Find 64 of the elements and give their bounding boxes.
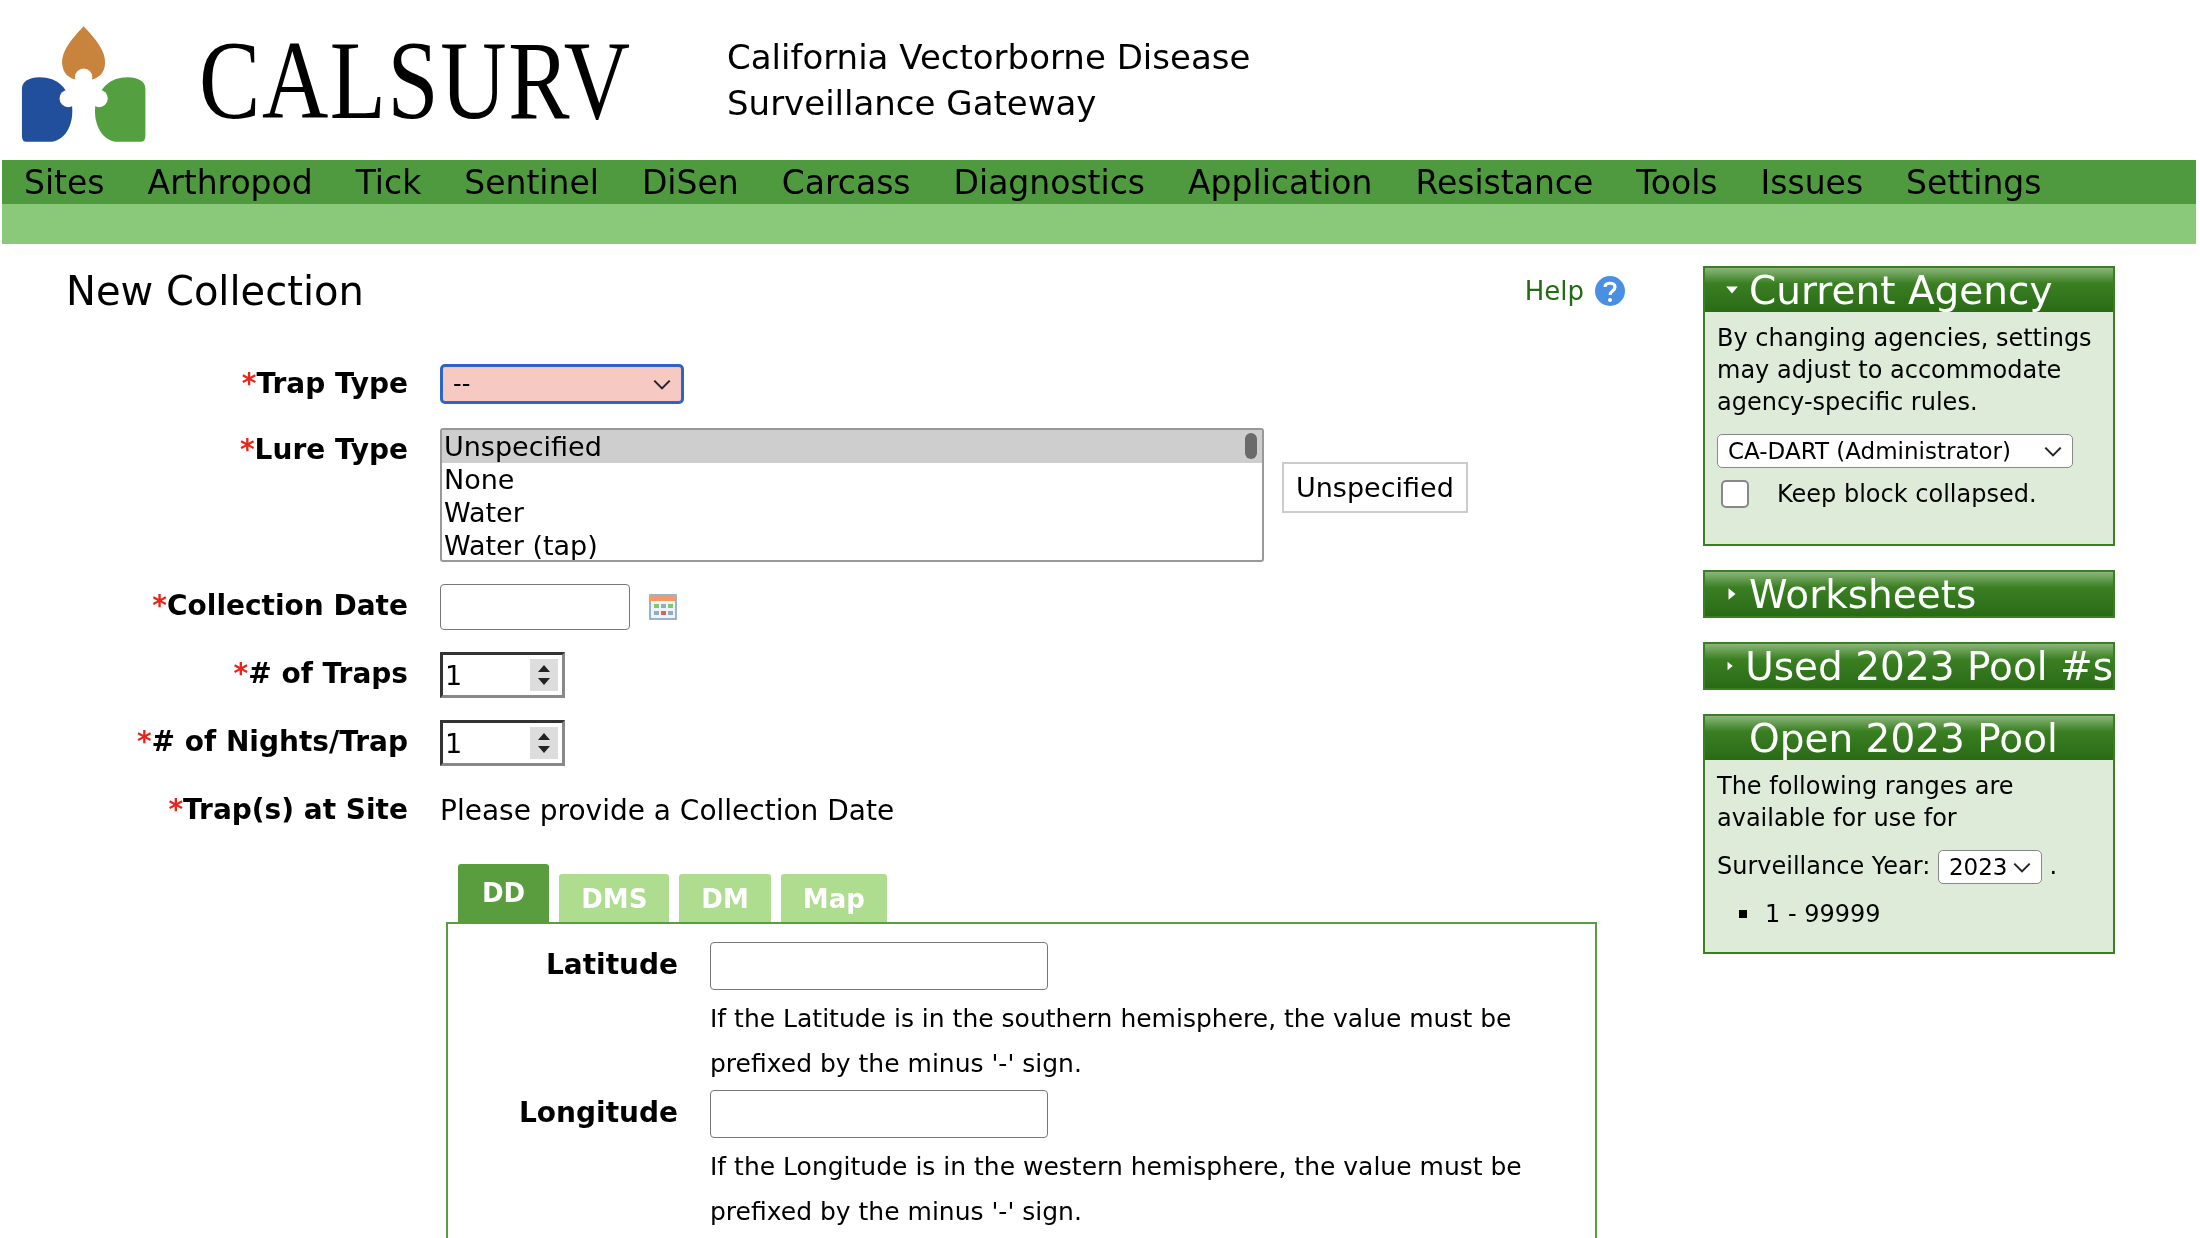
checkbox-label: Keep block collapsed. xyxy=(1777,480,2037,508)
nav-item[interactable]: Tick xyxy=(355,162,422,202)
period-text: . xyxy=(2049,852,2058,880)
site-message: Please provide a Collection Date xyxy=(440,793,895,827)
block-header[interactable]: Worksheets xyxy=(1705,572,2113,616)
year-select[interactable]: 2023 xyxy=(1937,850,2042,884)
field-label: *Lure Type xyxy=(238,432,408,468)
block-header[interactable]: Current Agency xyxy=(1705,268,2113,312)
calendar-icon[interactable] xyxy=(648,592,678,622)
scrollbar-thumb[interactable] xyxy=(1245,433,1257,459)
coordinate-field[interactable] xyxy=(710,1090,1048,1138)
chevron-icon xyxy=(2012,861,2031,873)
help-text: If the Latitude is in the southern hemisphere, the value must be prefixed by the minus '-' sign. xyxy=(710,1003,1513,1080)
number-field[interactable]: 1 xyxy=(440,652,565,698)
year-label: Surveillance Year: xyxy=(1717,852,1931,880)
field-label: Longitude xyxy=(518,1095,678,1131)
nav-item[interactable]: Settings xyxy=(1906,162,2042,202)
nav-item[interactable]: DiSen xyxy=(641,162,739,202)
site-subtitle: Surveillance Gateway xyxy=(727,82,1098,125)
chevron-icon xyxy=(2044,445,2062,457)
block-text: The following ranges are available for use for xyxy=(1717,771,2015,834)
agency-select[interactable]: CA-DART (Administrator) xyxy=(1717,434,2073,468)
number-field[interactable]: 1 xyxy=(440,720,565,766)
nav-item[interactable]: Carcass xyxy=(781,162,911,202)
help-text: If the Longitude is in the western hemisphere, the value must be prefixed by the minus '-' sign. xyxy=(710,1151,1523,1228)
page-title: New Collection xyxy=(66,268,364,314)
field-label: Latitude xyxy=(544,947,678,983)
chevron-icon xyxy=(653,378,671,390)
spinner-icon[interactable] xyxy=(530,727,558,759)
range-text: 1 - 99999 xyxy=(1765,900,1881,928)
help-icon[interactable] xyxy=(1594,275,1626,307)
trap-type-select[interactable]: -- xyxy=(440,364,684,404)
list-option[interactable]: Water xyxy=(442,496,1262,529)
block-header[interactable]: Open 2023 Pool xyxy=(1705,716,2113,760)
bullet-icon xyxy=(1739,910,1747,918)
field-label: *# of Nights/Trap xyxy=(135,724,408,760)
help-link[interactable]: Help xyxy=(1524,276,1584,306)
block-title: Current Agency xyxy=(1749,267,2053,313)
nav-item[interactable]: Application xyxy=(1188,162,1373,202)
coordinate-field[interactable] xyxy=(710,942,1048,990)
list-option[interactable]: None xyxy=(442,463,1262,496)
block-title: Worksheets xyxy=(1749,571,1977,617)
nav-item[interactable]: Arthropod xyxy=(147,162,313,202)
field-label: *Collection Date xyxy=(151,588,408,624)
checkbox[interactable] xyxy=(1721,480,1749,508)
nav-item[interactable]: Tools xyxy=(1636,162,1718,202)
block-title: Open 2023 Pool xyxy=(1749,715,2058,761)
field-label: *Trap(s) at Site xyxy=(167,792,408,828)
field-label: *Trap Type xyxy=(240,366,408,402)
lure-type-listbox[interactable]: Unspecified None Water Water (tap) xyxy=(440,428,1264,562)
collection-date-field[interactable] xyxy=(440,584,630,630)
nav-item[interactable]: Sentinel xyxy=(464,162,599,202)
nav-item[interactable]: Resistance xyxy=(1415,162,1594,202)
nav-item[interactable]: Issues xyxy=(1760,162,1864,202)
list-option[interactable]: Unspecified xyxy=(442,430,1262,463)
site-subtitle: California Vectorborne Disease xyxy=(727,36,1251,79)
list-option[interactable]: Water (tap) xyxy=(442,529,1262,560)
block-text: By changing agencies, settings may adjust to accommodate agency-specific rules. xyxy=(1717,323,2093,418)
nav-item[interactable]: Diagnostics xyxy=(953,162,1146,202)
lure-type-button[interactable]: Unspecified xyxy=(1282,462,1468,513)
coordinate-tab[interactable]: DD xyxy=(458,864,550,922)
field-label: *# of Traps xyxy=(232,656,408,692)
spinner-icon[interactable] xyxy=(530,659,558,691)
nav-item[interactable]: Sites xyxy=(24,162,105,202)
